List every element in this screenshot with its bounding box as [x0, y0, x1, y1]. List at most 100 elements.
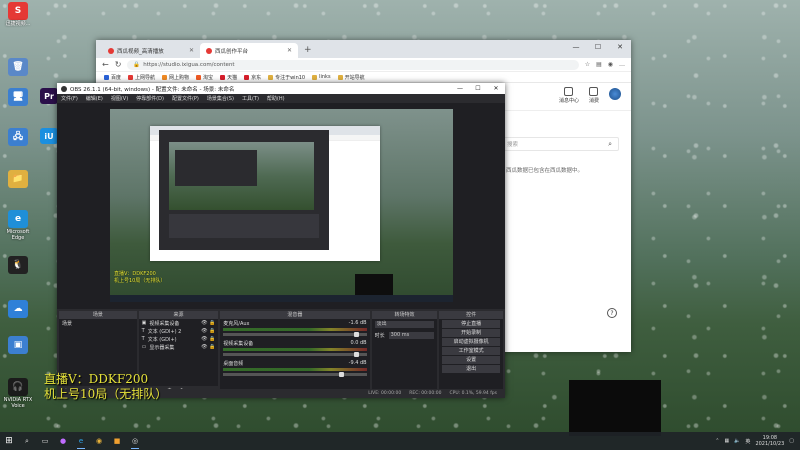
desktop-shortcut[interactable]: 🎧 NVIDIA RTX Voice: [2, 378, 34, 409]
minimize-button[interactable]: —: [565, 40, 587, 54]
obs-control-button[interactable]: 设置: [442, 356, 500, 364]
desktop-shortcut[interactable]: ▣: [2, 336, 34, 355]
obs-control-button[interactable]: 工作室模式: [442, 347, 500, 355]
obs-menu-item[interactable]: 配置文件(P): [172, 95, 199, 102]
wallet-icon: [589, 87, 599, 96]
bookmark-item[interactable]: 专注于win10: [268, 74, 305, 81]
app-purple-icon[interactable]: ●: [54, 432, 72, 450]
obs-menu-item[interactable]: 编辑(E): [86, 95, 103, 102]
obs-menu-item[interactable]: 场景集合(S): [207, 95, 234, 102]
obs-menu-item[interactable]: 工具(T): [242, 95, 259, 102]
bookmark-item[interactable]: 京东: [244, 74, 261, 81]
bookmark-icon: [162, 74, 168, 80]
refresh-icon[interactable]: ↻: [115, 60, 122, 69]
url-field[interactable]: 🔒 https://studio.ixigua.com/content: [127, 59, 579, 70]
collections-icon[interactable]: ▤: [596, 61, 602, 68]
help-icon[interactable]: ?: [607, 308, 617, 318]
search-input[interactable]: 搜索 ⌕: [496, 137, 619, 151]
transition-select[interactable]: 淡出: [374, 321, 435, 328]
input-language[interactable]: 英: [745, 438, 750, 445]
new-tab-button[interactable]: +: [298, 45, 318, 58]
visibility-icon[interactable]: 👁 🔒: [201, 320, 215, 326]
tab-xigua-studio[interactable]: 西瓜创作平台 ✕: [200, 43, 298, 58]
profile-icon[interactable]: ◉: [608, 61, 613, 68]
avatar[interactable]: [609, 88, 621, 100]
source-item[interactable]: T 文本 (GDI+) 👁 🔒: [139, 335, 219, 343]
close-tab-icon[interactable]: ✕: [287, 47, 292, 54]
recycle-bin-icon: 🗑: [8, 58, 28, 76]
source-item[interactable]: T 文本 (GDI+) 2 👁 🔒: [139, 327, 219, 335]
maximize-button[interactable]: ☐: [469, 85, 487, 92]
search-icon[interactable]: ⌕: [18, 432, 36, 450]
minimize-button[interactable]: —: [451, 85, 469, 92]
maximize-button[interactable]: ☐: [587, 40, 609, 54]
desktop-shortcut[interactable]: 🖧: [2, 128, 34, 147]
bookmark-item[interactable]: links: [312, 74, 331, 80]
visibility-icon[interactable]: 👁 🔒: [201, 344, 215, 350]
chrome-taskbar-icon[interactable]: ◉: [90, 432, 108, 450]
obs-preview-area: 直播V：DDKF200 机上号10局（无排队）: [57, 103, 505, 309]
obs-preview[interactable]: 直播V：DDKF200 机上号10局（无排队）: [110, 109, 453, 302]
duration-field[interactable]: 300 ms: [388, 332, 435, 339]
search-icon[interactable]: ⌕: [608, 140, 612, 149]
obs-control-button[interactable]: 开始录制: [442, 329, 500, 337]
edge-icon: e: [8, 210, 28, 228]
obs-taskbar-icon[interactable]: ◎: [126, 432, 144, 450]
close-button[interactable]: ✕: [609, 40, 631, 54]
app-orange-icon[interactable]: ■: [108, 432, 126, 450]
volume-slider[interactable]: [223, 372, 367, 377]
volume-slider[interactable]: [223, 352, 367, 357]
obs-menu-item[interactable]: 停靠部件(D): [136, 95, 164, 102]
tab-xigua-video[interactable]: 西瓜视频_高清播放 ✕: [102, 43, 200, 58]
source-item[interactable]: ▭ 显示器采集 👁 🔒: [139, 343, 219, 351]
clock[interactable]: 19:08 2021/10/23: [755, 435, 784, 447]
obs-control-button[interactable]: 启动虚拟摄像机: [442, 338, 500, 346]
bookmark-item[interactable]: 开站导航: [337, 74, 365, 81]
desktop-shortcut[interactable]: ☁: [2, 300, 34, 319]
close-tab-icon[interactable]: ✕: [189, 47, 194, 54]
bookmark-item[interactable]: 天猫: [220, 74, 237, 81]
close-button[interactable]: ✕: [487, 85, 505, 92]
obs-control-button[interactable]: 停止直播: [442, 320, 500, 328]
source-item[interactable]: ▣ 视频采集设备 👁 🔒: [139, 319, 219, 327]
network-tray-icon[interactable]: ▦: [724, 438, 729, 444]
desktop-shortcut-label: NVIDIA RTX Voice: [3, 397, 33, 409]
iu-app-icon: iU: [40, 128, 58, 144]
notifications-icon[interactable]: ▢: [789, 438, 794, 444]
bookmark-item[interactable]: 网上购物: [162, 74, 189, 81]
obs-titlebar: OBS 26.1.1 (64-bit, windows) - 配置文件: 未命名…: [57, 83, 505, 94]
bookmark-item[interactable]: 百度: [104, 74, 121, 81]
visibility-icon[interactable]: 👁 🔒: [201, 336, 215, 342]
visibility-icon[interactable]: 👁 🔒: [201, 328, 215, 334]
edge-taskbar-icon[interactable]: e: [72, 432, 90, 450]
back-icon[interactable]: ←: [102, 60, 109, 69]
mixer-dock: 混音器 麦克风/Aux -1.6 dB 视频采集设备 0.0 dB 桌面音频 -9.4 d…: [220, 311, 370, 396]
xigua-favicon-icon: [206, 47, 212, 54]
headset-icon: 🎧: [8, 378, 28, 396]
bookmark-item[interactable]: 上网导航: [128, 74, 155, 81]
obs-menu-item[interactable]: 文件(F): [61, 95, 78, 102]
desktop-shortcut[interactable]: 🐧: [2, 256, 34, 275]
obs-menu-item[interactable]: 视图(V): [111, 95, 128, 102]
preview-obs: [159, 130, 329, 250]
header-item-message[interactable]: 消息中心: [559, 87, 579, 104]
windows-start-icon[interactable]: ⊞: [0, 432, 18, 450]
obs-menu-item[interactable]: 帮助(H): [267, 95, 285, 102]
obs-control-button[interactable]: 退出: [442, 365, 500, 373]
bookmark-item[interactable]: 淘宝: [196, 74, 213, 81]
task-view-icon[interactable]: ▭: [36, 432, 54, 450]
desktop-shortcut[interactable]: 🗑: [2, 58, 34, 77]
volume-icon[interactable]: 🔈: [734, 438, 740, 444]
desktop-shortcut[interactable]: S 迅捷视频...: [2, 2, 34, 27]
xigua-favicon-icon: [108, 47, 114, 54]
scene-item[interactable]: 场景: [59, 319, 137, 328]
desktop-shortcut[interactable]: 🖥: [2, 88, 34, 107]
desktop-shortcut[interactable]: e Microsoft Edge: [2, 210, 34, 241]
volume-slider[interactable]: [223, 332, 367, 337]
favorite-icon[interactable]: ☆: [585, 61, 590, 68]
header-item-cost[interactable]: 消费: [589, 87, 599, 104]
more-icon[interactable]: …: [619, 61, 625, 68]
tray-up-arrow-icon[interactable]: ⌃: [715, 438, 719, 444]
desktop-shortcut[interactable]: 📁: [2, 170, 34, 189]
obs-menubar: 文件(F) 编辑(E) 视图(V) 停靠部件(D) 配置文件(P) 场景集合(S) 工具(T…: [57, 94, 505, 103]
